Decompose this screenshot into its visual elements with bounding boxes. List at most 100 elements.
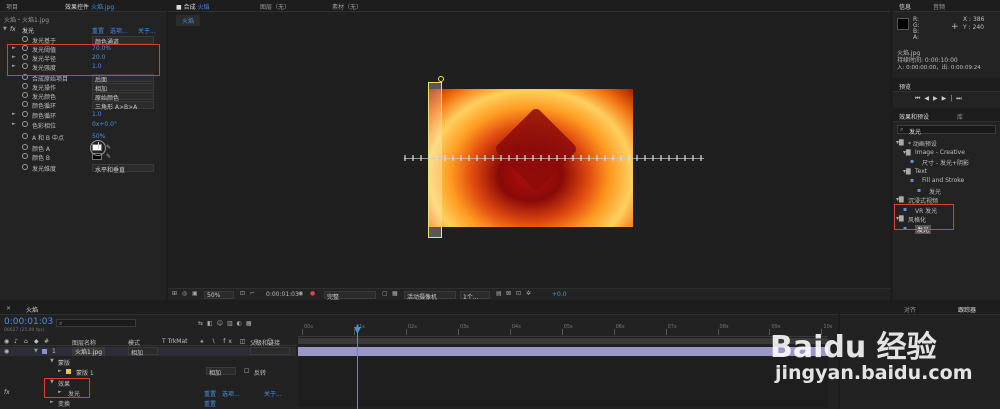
effect-property-row[interactable]: ► 色彩相位 0x+0.0° (0, 120, 166, 130)
effects-tree-item[interactable]: ▾▇ 沉浸式视频 (896, 195, 1000, 205)
tab-composition[interactable]: ■ 合成 火焰 (176, 2, 210, 11)
tab-timeline-close-icon[interactable]: ✕ (6, 305, 11, 312)
tab-align[interactable]: 对齐 (904, 305, 916, 314)
shy-icon[interactable]: ☺ (217, 320, 227, 327)
effect-property-row[interactable]: ► 颜色循环 1.0 (0, 110, 166, 120)
zoom-dropdown[interactable]: 50% (204, 291, 234, 299)
effects-tree-item[interactable]: ▾▇ Text (903, 167, 1000, 176)
roi-icon[interactable]: ▢ (382, 290, 388, 297)
stopwatch-icon[interactable] (22, 144, 28, 150)
tab-library[interactable]: 库 (957, 112, 963, 121)
stopwatch-icon[interactable] (22, 153, 28, 159)
effect-property-row[interactable]: 发光基于 颜色通道 (0, 35, 166, 46)
about-link[interactable]: 关于... (264, 389, 282, 398)
property-value[interactable]: 50% (92, 133, 105, 140)
tab-project[interactable]: 项目 (6, 2, 18, 11)
layer-mode-dropdown[interactable]: 相加 (128, 347, 158, 357)
property-dropdown[interactable]: 相加 (92, 83, 154, 93)
expand-triangle-icon[interactable]: ► (12, 121, 16, 127)
expand-triangle-icon[interactable]: ▼ (50, 358, 54, 364)
parent-dropdown[interactable] (250, 347, 290, 355)
options-link[interactable]: 选项... (222, 389, 240, 398)
last-frame-icon[interactable]: ⏭ (956, 95, 965, 102)
column-parent[interactable]: 父级和链接 (250, 338, 280, 347)
grid-icon[interactable]: ▣ (192, 290, 198, 297)
effect-property-row[interactable]: 颜色 B ✎ (0, 152, 166, 162)
motion-blur-icon[interactable]: ◐ (237, 320, 246, 327)
tab-effects-presets[interactable]: 效果和预设 (899, 112, 929, 121)
time-ruler[interactable]: 00s01s02s03s04s05s06s07s08s09s10s (298, 323, 832, 337)
column-mode[interactable]: 模式 (128, 338, 140, 347)
effects-search-input[interactable]: ⌕ 发光 (897, 125, 996, 136)
tab-footage[interactable]: 素材（无） (332, 2, 362, 11)
tab-tracker[interactable]: 跟踪器 (958, 305, 976, 314)
effects-tree-item[interactable]: ▾▇ * 动画预设 (896, 138, 1000, 148)
transform-reset-link[interactable]: 重置 (204, 399, 216, 408)
reset-link[interactable]: 重置 (204, 389, 216, 398)
effect-property-row[interactable]: 发光操作 相加 (0, 82, 166, 93)
play-icon[interactable]: ▶ (933, 95, 942, 102)
effects-tree-item[interactable]: ▾▇ Image - Creative (903, 148, 1000, 157)
collapse-triangle-icon[interactable]: ► (50, 399, 54, 405)
stopwatch-icon[interactable] (22, 101, 28, 107)
prev-frame-icon[interactable]: ◀ (924, 95, 933, 102)
first-frame-icon[interactable]: ⏮ (915, 95, 924, 102)
property-dropdown[interactable]: 三角形 A>B>A (92, 101, 154, 111)
effect-property-row[interactable]: 发光维度 水平和垂直 (0, 163, 166, 174)
mask-invert-checkbox[interactable]: ☐ (244, 368, 249, 375)
stopwatch-icon[interactable] (22, 164, 28, 170)
comp-subtab[interactable]: 火焰 (176, 15, 201, 26)
tab-info[interactable]: 信息 (899, 2, 911, 11)
phase-dial[interactable] (90, 140, 106, 156)
stopwatch-icon[interactable] (22, 111, 28, 117)
column-trkmat[interactable]: T TrkMat (162, 338, 188, 345)
mask-vertex-top[interactable] (438, 76, 444, 82)
work-area-bar[interactable] (298, 338, 828, 344)
transparency-icon[interactable]: ▦ (392, 290, 398, 297)
eyedropper-icon[interactable]: ✎ (106, 144, 111, 151)
stopwatch-icon[interactable] (22, 92, 28, 98)
views-dropdown[interactable]: 1个... (460, 291, 490, 300)
fx-icon[interactable]: fx (4, 389, 10, 396)
view-icon-1[interactable]: ▤ (496, 290, 502, 297)
stopwatch-icon[interactable] (22, 133, 28, 139)
mask-group-row[interactable]: ▼ 蒙版 (0, 357, 296, 367)
layer-search-input[interactable]: ⌕ (56, 319, 136, 327)
vr-icon[interactable]: ◎ (182, 290, 187, 297)
graph-editor-icon[interactable]: ▦ (246, 320, 256, 327)
property-value[interactable]: 0x+0.0° (92, 121, 117, 128)
viewer-timecode[interactable]: 0:00:01:03 (266, 291, 299, 298)
mask-row[interactable]: ► 蒙版 1 相加 ☐ 反转 (0, 367, 296, 377)
eyedropper-icon[interactable]: ✎ (106, 153, 111, 160)
effects-tree-item[interactable]: ▪ Fill and Stroke (910, 176, 1000, 185)
camera-dropdown[interactable]: 活动摄像机 (404, 291, 456, 300)
property-value[interactable]: 1.0 (92, 111, 102, 118)
tab-audio[interactable]: 音频 (933, 2, 945, 11)
property-dropdown[interactable]: 水平和垂直 (92, 164, 154, 174)
magnify-icon[interactable]: ⊞ (172, 290, 177, 297)
view-icon-3[interactable]: ⊡ (516, 290, 521, 297)
tab-effect-controls[interactable]: 效果控件 火焰.jpg (65, 2, 114, 11)
layer-duration-bar[interactable] (298, 347, 828, 356)
tab-timeline-comp[interactable]: 火焰 (26, 305, 38, 314)
about-link[interactable]: 关于... (138, 26, 156, 35)
effect-property-row[interactable]: 颜色循环 三角形 A>B>A (0, 100, 166, 111)
exposure-value[interactable]: +0.0 (552, 291, 567, 298)
expand-triangle-icon[interactable]: ► (12, 111, 16, 117)
grid-toggle-icon[interactable]: ⊡ (240, 290, 245, 297)
layer-row-1[interactable]: ◉ ▼ 1 火焰1.jpg 相加 (0, 347, 296, 357)
tab-preview[interactable]: 预览 (899, 82, 911, 91)
layer-name[interactable]: 火焰1.jpg (72, 347, 106, 356)
effects-tree-item[interactable]: ▪ 发光 (917, 186, 1000, 196)
timeline-timecode[interactable]: 0:00:01:03 (4, 317, 53, 327)
effect-property-row[interactable]: 颜色 A ✎ (0, 143, 166, 153)
collapse-triangle-icon[interactable]: ► (58, 368, 62, 374)
expand-triangle-icon[interactable]: ▼ (3, 26, 7, 32)
color-icon[interactable]: ● (310, 290, 315, 297)
effects-tree-item[interactable]: ▪ 尺寸 - 发光+阴影 (910, 157, 1000, 167)
effect-property-row[interactable]: 发光颜色 原始颜色 (0, 91, 166, 102)
visibility-eye-icon[interactable]: ◉ (4, 348, 9, 355)
column-source-name[interactable]: 图层名称 (72, 338, 96, 347)
options-link[interactable]: 选项... (110, 26, 128, 35)
view-icon-2[interactable]: ⊠ (506, 290, 511, 297)
